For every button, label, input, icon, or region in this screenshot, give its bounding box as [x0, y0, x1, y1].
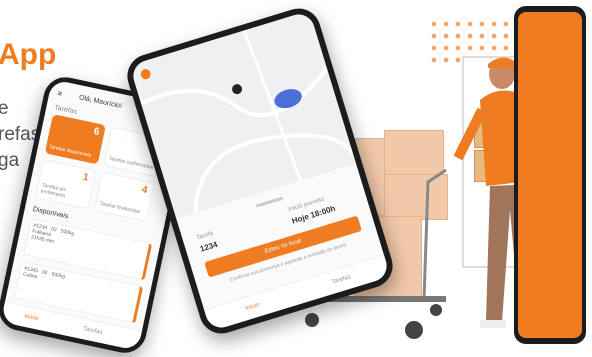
phone-frame-right: [514, 6, 586, 344]
greeting: Olá, Maurício!: [78, 94, 123, 111]
drag-handle[interactable]: [255, 196, 284, 208]
nav-tasks[interactable]: Tarefas: [82, 326, 103, 336]
hero-title: App: [0, 38, 57, 71]
nav-tasks[interactable]: Tarefas: [331, 274, 352, 285]
tile-in-progress[interactable]: 1 Tarefas em andamento: [35, 159, 97, 210]
nav-home[interactable]: Início: [245, 302, 260, 312]
menu-icon[interactable]: ≡: [57, 89, 63, 99]
nav-home[interactable]: Início: [24, 314, 39, 323]
subtitle-line: e: [0, 98, 9, 119]
task-id: 1234: [198, 239, 219, 254]
phone-task-detail: Tarefa 1234 Início previsto Hoje 18:00h …: [121, 3, 399, 339]
map-view[interactable]: [129, 10, 357, 219]
tile-available[interactable]: 6 Tarefas disponíveis: [44, 114, 106, 165]
tile-finished[interactable]: 4 Tarefas finalizadas: [93, 171, 156, 222]
task-label: Tarefa: [196, 230, 214, 242]
